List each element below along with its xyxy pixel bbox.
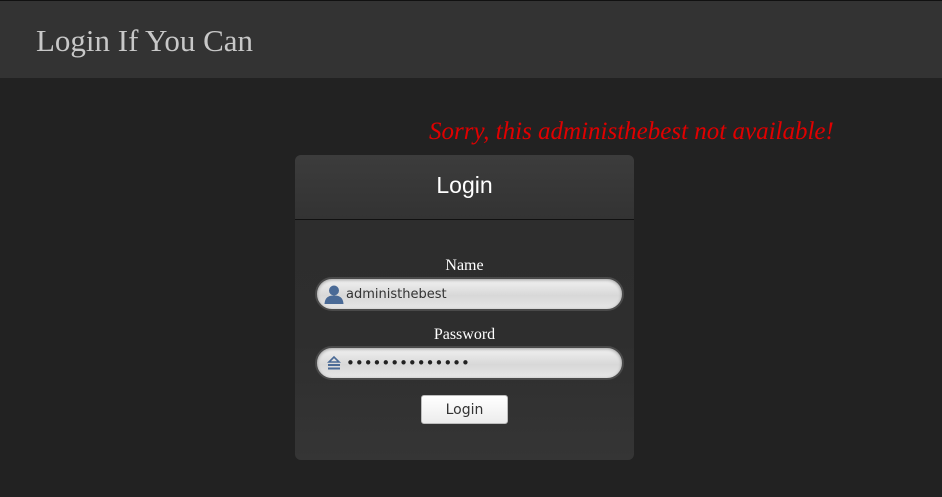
login-panel-header: Login [295,155,634,220]
site-header: Login If You Can [0,0,942,78]
password-label: Password [433,326,496,343]
lock-icon [327,355,341,370]
password-field[interactable] [315,346,624,380]
login-panel: Login Name Password Login [295,155,634,460]
password-input[interactable] [345,351,615,375]
error-message: Sorry, this administhebest not available… [429,118,834,145]
name-field[interactable] [315,277,624,311]
name-input[interactable] [345,282,615,306]
site-title: Login If You Can [36,23,254,58]
user-icon [324,285,344,304]
login-button[interactable]: Login [421,395,508,424]
login-panel-title: Login [436,172,493,198]
name-label: Name [445,257,484,274]
